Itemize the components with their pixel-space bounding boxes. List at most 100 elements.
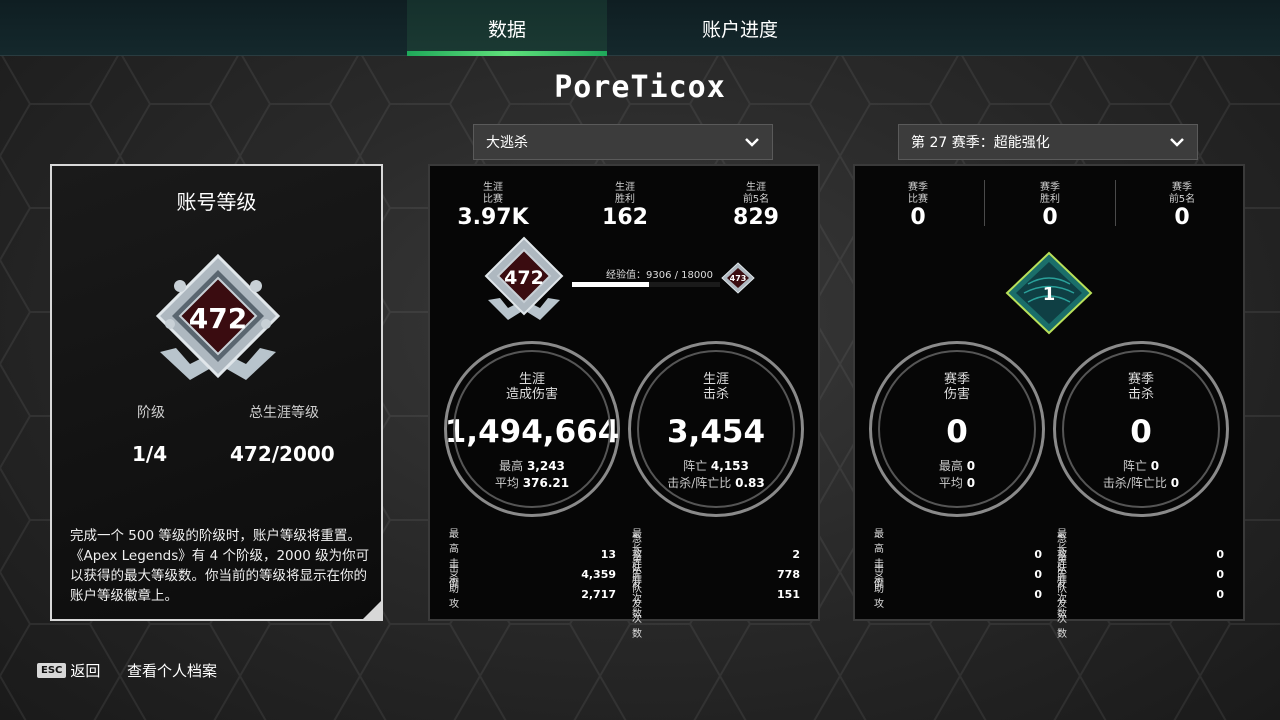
- season-damage-max-label: 最高: [938, 459, 963, 473]
- season-damage-value: 0: [946, 414, 968, 450]
- career-damage-title: 生涯 造成伤害: [506, 372, 558, 402]
- season-stat-assists: 助攻: [874, 584, 884, 610]
- account-level-description: 完成一个 500 等级的阶级时，账户等级将重置。《Apex Legends》有 …: [70, 528, 370, 604]
- season-damage-ring: 赛季 伤害 0 最高 0 平均 0: [869, 341, 1045, 517]
- season-kills-subs: 阵亡 0 击杀/阵亡比 0: [1103, 458, 1179, 492]
- stat-value: 0: [1034, 588, 1042, 601]
- career-level-badge-icon: 472: [484, 236, 564, 320]
- stat-label: 重生队友次数: [1057, 554, 1067, 640]
- chevron-down-icon: [745, 138, 759, 147]
- next-level-value: 473: [730, 274, 747, 283]
- season-damage-subs: 最高 0 平均 0: [939, 458, 975, 492]
- season-damage-title: 赛季 伤害: [944, 372, 970, 402]
- stat-value: 2,717: [581, 588, 616, 601]
- account-badge-level: 472: [189, 302, 247, 335]
- tab-account-progress[interactable]: 账户进度: [640, 0, 840, 56]
- career-kills-value: 3,454: [666, 414, 766, 450]
- stat-value: 0: [1216, 568, 1224, 581]
- divider: [1115, 180, 1116, 226]
- season-stat-respawns: 重生队友次数: [1057, 554, 1067, 640]
- season-kills-title1: 赛季: [1127, 372, 1154, 387]
- stat-value: 151: [777, 588, 800, 601]
- stat-label: 重生队友次数: [632, 554, 642, 640]
- stage-value: 1/4: [132, 442, 168, 466]
- season-damage-title2: 伤害: [943, 387, 970, 402]
- divider: [984, 180, 985, 226]
- season-deaths-label: 阵亡: [1122, 459, 1147, 473]
- account-level-badge-icon: 472: [155, 253, 281, 380]
- view-profile-button[interactable]: 查看个人档案: [127, 660, 217, 681]
- season-kd-label: 击杀/阵亡比: [1102, 476, 1167, 490]
- back-button[interactable]: ESC 返回: [37, 660, 100, 681]
- panel-corner: [361, 599, 383, 621]
- season-wins-label1: 赛季: [1040, 182, 1060, 193]
- career-kills-title2: 击杀: [702, 387, 729, 402]
- chevron-down-icon: [1170, 138, 1184, 147]
- mode-dropdown[interactable]: 大逃杀: [473, 124, 773, 160]
- season-rank-badge-icon: 1: [1005, 251, 1093, 335]
- season-kills-title2: 击杀: [1127, 387, 1154, 402]
- season-deaths-value: 0: [1150, 459, 1160, 473]
- career-damage-avg-label: 平均: [494, 476, 519, 490]
- top-nav-bar: 数据 账户进度: [0, 0, 1280, 56]
- career-damage-ring: 生涯 造成伤害 1,494,664 最高 3,243 平均 376.21: [444, 341, 620, 517]
- career-wins: 生涯 胜利 162: [585, 182, 665, 230]
- career-damage-title2: 造成伤害: [505, 387, 558, 402]
- xp-value: 9306 / 18000: [646, 270, 713, 281]
- stat-value: 778: [777, 568, 800, 581]
- stat-value: 0: [1216, 588, 1224, 601]
- career-damage-value: 1,494,664: [444, 414, 620, 450]
- career-current-level: 472: [504, 267, 544, 289]
- player-name: PoreTicox: [554, 70, 726, 105]
- career-top5-value: 829: [733, 205, 779, 230]
- career-matches: 生涯 比赛 3.97K: [453, 182, 533, 230]
- season-matches-label1: 赛季: [908, 182, 928, 193]
- total-level-value: 472/2000: [230, 442, 335, 466]
- career-top5: 生涯 前5名 829: [716, 182, 796, 230]
- season-dropdown[interactable]: 第 27 赛季：超能强化: [898, 124, 1198, 160]
- career-matches-label1: 生涯: [483, 182, 503, 193]
- tab-account-progress-label: 账户进度: [701, 18, 778, 41]
- season-kills-value: 0: [1130, 414, 1152, 450]
- xp-label-text: 经验值：: [606, 270, 646, 281]
- mode-dropdown-value: 大逃杀: [486, 135, 528, 151]
- view-profile-label: 查看个人档案: [127, 662, 218, 680]
- career-matches-value: 3.97K: [457, 205, 529, 230]
- xp-progress-fill: [572, 282, 649, 287]
- xp-progress-bar: [572, 282, 720, 287]
- career-kills-ring: 生涯 击杀 3,454 阵亡 4,153 击杀/阵亡比 0.83: [628, 341, 804, 517]
- season-kills-title: 赛季 击杀: [1128, 372, 1154, 402]
- back-label: 返回: [70, 662, 101, 680]
- tab-stats[interactable]: 数据: [407, 0, 607, 56]
- season-wins-value: 0: [1042, 205, 1058, 230]
- account-level-title: 账号等级: [176, 190, 257, 214]
- career-stat-respawns: 重生队友次数: [632, 554, 642, 640]
- tab-stats-label: 数据: [487, 18, 526, 41]
- season-kd-value: 0: [1170, 476, 1180, 490]
- career-damage-title1: 生涯: [518, 372, 545, 387]
- career-wins-label1: 生涯: [615, 182, 635, 193]
- career-damage-avg-value: 376.21: [522, 476, 570, 490]
- career-kd-label: 击杀/阵亡比: [667, 476, 732, 490]
- season-damage-title1: 赛季: [943, 372, 970, 387]
- career-stat-assists: 助攻: [449, 584, 459, 610]
- account-level-panel: 账号等级 472 阶级 总生涯等级 1/4 472/2000 完成一个 500 …: [50, 164, 383, 621]
- career-kills-title1: 生涯: [702, 372, 729, 387]
- career-kills-title: 生涯 击杀: [703, 372, 729, 402]
- stat-value: 0: [1034, 548, 1042, 561]
- xp-label: 经验值：9306 / 18000: [606, 266, 713, 281]
- season-wins: 赛季 胜利 0: [1010, 182, 1090, 230]
- career-kd-value: 0.83: [735, 476, 765, 490]
- stat-label: 助攻: [874, 584, 884, 610]
- season-top5-label1: 赛季: [1172, 182, 1192, 193]
- career-damage-subs: 最高 3,243 平均 376.21: [495, 458, 569, 492]
- career-wins-value: 162: [602, 205, 648, 230]
- stat-value: 2: [792, 548, 800, 561]
- season-top5-value: 0: [1174, 205, 1190, 230]
- stat-value: 0: [1034, 568, 1042, 581]
- season-damage-max-value: 0: [966, 459, 976, 473]
- next-level-badge-icon: 473: [721, 262, 755, 294]
- season-matches-value: 0: [910, 205, 926, 230]
- season-badge-level: 1: [1043, 284, 1056, 305]
- season-matches: 赛季 比赛 0: [878, 182, 958, 230]
